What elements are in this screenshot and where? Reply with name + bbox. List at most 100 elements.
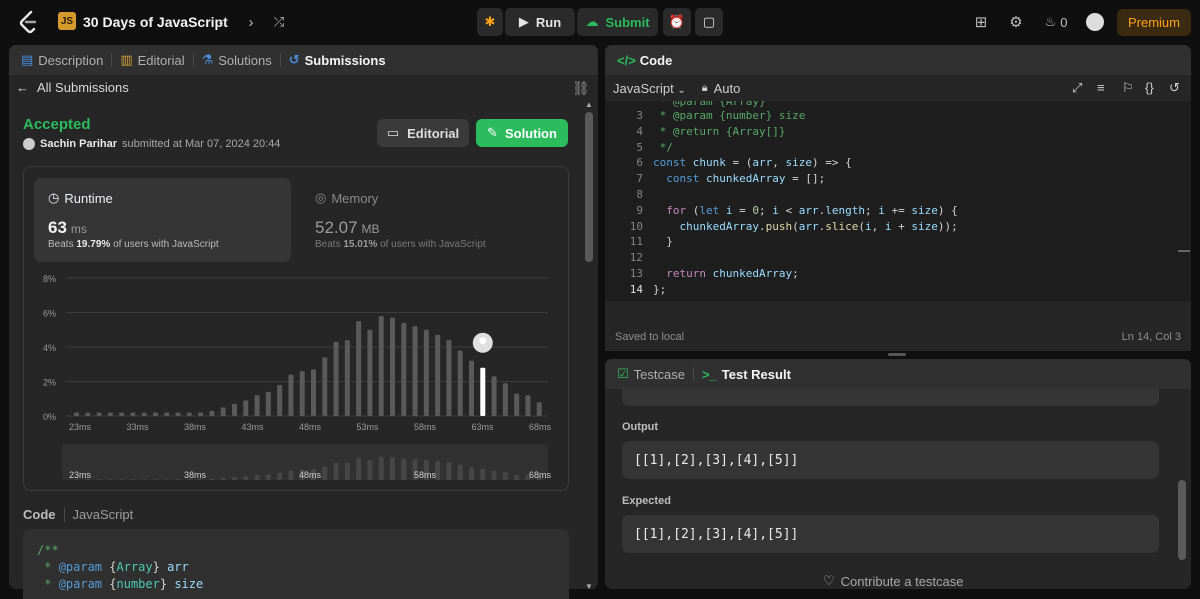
timer-button[interactable]: ⏰ xyxy=(663,8,691,36)
streak-count: 0 xyxy=(1060,14,1068,30)
bar xyxy=(311,369,316,416)
memory-beats-value: 15.01% xyxy=(343,239,378,250)
bar xyxy=(299,371,305,416)
scrollbar-thumb[interactable] xyxy=(1178,480,1186,560)
settings-gear-icon[interactable]: ⚙ xyxy=(1006,12,1026,32)
prev-problem-icon[interactable]: ‹ xyxy=(211,12,231,32)
auto-mode[interactable]: 🔒︎ Auto xyxy=(702,81,741,96)
debug-button[interactable]: ✱ xyxy=(477,8,503,36)
tab-divider xyxy=(692,367,694,381)
tab-description[interactable]: ▤ Description xyxy=(21,52,103,68)
solution-button[interactable]: ✎ Solution xyxy=(476,119,568,147)
bar xyxy=(502,383,508,416)
x-tick-label: 43ms xyxy=(241,422,264,432)
notes-button[interactable]: ▢ xyxy=(695,8,723,36)
code-brackets-icon: </> xyxy=(617,52,636,68)
code-token: Array xyxy=(116,560,153,574)
bar xyxy=(412,326,418,416)
code-line: }; xyxy=(653,283,666,296)
line-number: 6 xyxy=(636,156,643,170)
code-label: Code xyxy=(23,507,56,522)
bar xyxy=(96,412,102,416)
overview-tick-label: 38ms xyxy=(184,470,207,480)
editorial-button[interactable]: ▭ Editorial xyxy=(377,119,469,147)
x-tick-label: 68ms xyxy=(529,422,552,432)
code-line: * @param {number} size xyxy=(37,576,569,593)
expand-icon[interactable]: ⤢ xyxy=(1072,80,1082,96)
runtime-value: 63 ms xyxy=(48,218,87,238)
tab-testcase[interactable]: ☑ Testcase xyxy=(617,366,685,382)
memory-title: ◎ Memory xyxy=(315,190,378,206)
edit-icon: ✎ xyxy=(487,125,498,140)
code-token: i xyxy=(725,203,733,217)
code-line: for (let i = 0; i < arr.length; i += siz… xyxy=(653,204,958,217)
streak-counter[interactable]: ♨ 0 xyxy=(1040,12,1072,32)
memory-beats: Beats 15.01% of users with JavaScript xyxy=(315,239,486,250)
tab-editorial[interactable]: ▥ Editorial xyxy=(120,52,184,68)
code-token: size xyxy=(911,203,938,217)
y-tick-label: 4% xyxy=(43,343,56,353)
code-line: return chunkedArray; xyxy=(653,267,799,280)
test-tabs: ☑ Testcase >_ Test Result xyxy=(605,359,1191,389)
clock-icon: ◷ xyxy=(48,190,60,205)
bar xyxy=(423,329,429,416)
code-token: { xyxy=(102,577,117,591)
user-avatar[interactable] xyxy=(1086,13,1104,31)
format-icon[interactable]: ≡ xyxy=(1097,80,1105,95)
flask-icon: ⚗ xyxy=(201,52,214,67)
tab-solutions[interactable]: ⚗ Solutions xyxy=(202,52,272,68)
runtime-distribution-chart[interactable]: 0% 2% 4% 6% 8% 23ms 33ms 38ms 43ms 48ms 53ms 58ms 63… xyxy=(30,268,560,483)
code-token: ; xyxy=(792,267,799,280)
reset-icon[interactable]: ↺ xyxy=(1169,80,1180,96)
leetcode-logo-icon[interactable] xyxy=(18,10,40,34)
bar xyxy=(378,315,384,416)
code-line: * @param {Array} arr xyxy=(37,559,569,576)
output-label: Output xyxy=(622,421,659,433)
link-icon[interactable]: ⛓ xyxy=(572,80,590,97)
description-icon: ▤ xyxy=(21,52,34,67)
tab-submissions[interactable]: ↺ Submissions xyxy=(289,52,386,68)
author-name[interactable]: Sachin Parihar xyxy=(40,138,117,150)
all-submissions-link[interactable]: ← All Submissions xyxy=(16,80,129,95)
line-number: 11 xyxy=(629,235,643,249)
bug-icon: ✱ xyxy=(484,14,496,29)
code-token: = xyxy=(732,203,753,217)
next-problem-icon[interactable]: › xyxy=(241,12,261,32)
shuffle-icon[interactable]: ⤮ xyxy=(269,12,289,32)
runtime-card[interactable]: ◷ Runtime 63 ms Beats 19.79% of users wit… xyxy=(34,178,291,262)
problem-list-title[interactable]: 30 Days of JavaScript xyxy=(83,14,228,30)
code-token: * xyxy=(653,109,673,122)
terminal-icon: >_ xyxy=(701,366,717,382)
code-token: size xyxy=(911,219,938,233)
runtime-number: 63 xyxy=(48,218,67,237)
premium-button[interactable]: Premium xyxy=(1117,9,1191,36)
scroll-down-icon[interactable]: ▼ xyxy=(585,582,593,591)
code-panel-title: Code xyxy=(639,52,673,68)
tab-divider xyxy=(192,53,194,67)
editorial-button-label: Editorial xyxy=(407,125,460,141)
contribute-testcase-link[interactable]: ♡ Contribute a testcase xyxy=(823,573,964,589)
y-tick-label: 8% xyxy=(43,274,56,284)
code-token: ( xyxy=(858,219,865,233)
memory-beats-suffix: of users with JavaScript xyxy=(380,239,486,250)
vertical-resize-handle[interactable] xyxy=(888,353,906,356)
scroll-up-icon[interactable]: ▲ xyxy=(585,100,593,109)
code-token: ( xyxy=(686,203,700,217)
submitted-code[interactable]: /** * @param {Array} arr * @param {numbe… xyxy=(23,529,569,599)
code-editor[interactable]: * @param {Array} 3 * @param {number} siz… xyxy=(605,101,1191,301)
code-token: arr xyxy=(798,203,819,217)
tab-test-result[interactable]: >_ Test Result xyxy=(702,367,791,382)
run-button[interactable]: ▶ Run xyxy=(505,8,575,36)
bar xyxy=(322,357,328,416)
braces-icon[interactable]: {} xyxy=(1145,80,1154,95)
bookmark-icon[interactable]: ⚐ xyxy=(1122,80,1134,96)
left-scrollbar[interactable]: ▲ ▼ xyxy=(583,100,595,591)
code-token: } xyxy=(152,560,168,574)
result-scrollbar[interactable] xyxy=(1176,385,1188,585)
scrollbar-thumb[interactable] xyxy=(585,112,593,262)
code-token: slice xyxy=(825,219,859,233)
language-select[interactable]: JavaScript ⌄ xyxy=(613,81,686,96)
layout-icon[interactable]: ⊞ xyxy=(971,12,991,32)
memory-card[interactable]: ◎ Memory 52.07 MB Beats 15.01% of users w… xyxy=(301,178,558,262)
submit-button[interactable]: ☁ Submit xyxy=(577,8,658,36)
